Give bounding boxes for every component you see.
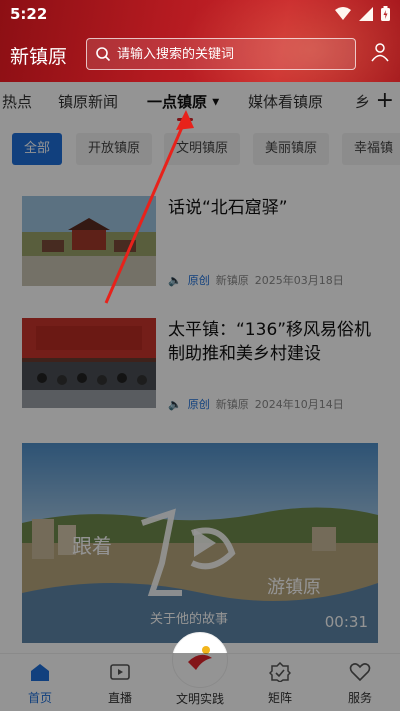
live-icon — [110, 664, 130, 680]
article-thumbnail — [22, 196, 156, 286]
add-channel-button[interactable]: + — [371, 88, 394, 113]
article-title: 话说“北石窟驿” — [168, 198, 288, 218]
caret-down-icon: ▼ — [212, 97, 220, 108]
tab-zhenyuan-news[interactable]: 镇原新闻 — [58, 91, 118, 112]
bottom-nav-label: 服务 — [347, 691, 372, 705]
matrix-icon — [268, 661, 292, 683]
search-icon — [96, 47, 111, 62]
chip-happy[interactable]: 幸福镇 — [342, 133, 400, 165]
bottom-nav-label: 矩阵 — [267, 691, 292, 705]
article-card[interactable]: 话说“北石窟驿” 🔈 原创 新镇原 2025年03月18日 — [22, 196, 378, 288]
bottom-nav-matrix[interactable]: 矩阵 — [250, 661, 310, 706]
user-icon — [371, 43, 389, 62]
speaker-icon: 🔈 — [168, 273, 182, 287]
status-time: 5:22 — [10, 5, 48, 23]
battery-icon — [381, 6, 390, 21]
article-date: 2024年10月14日 — [254, 398, 344, 411]
heart-icon — [349, 663, 371, 682]
video-overlay-left: 跟着 — [72, 534, 112, 558]
article-source: 原创 — [187, 274, 210, 287]
article-source: 原创 — [187, 398, 210, 411]
speaker-icon: 🔈 — [168, 397, 182, 411]
home-icon — [31, 664, 49, 681]
tab-label: 一点镇原 — [147, 93, 208, 111]
article-outlet: 新镇原 — [215, 398, 249, 411]
article-thumbnail — [22, 318, 156, 408]
article-meta: 🔈 原创 新镇原 2024年10月14日 — [168, 396, 344, 412]
article-card[interactable]: 太平镇：“136”移风易俗机制助推和美乡村建设 🔈 原创 新镇原 2024年10… — [22, 318, 378, 412]
chip-beautiful[interactable]: 美丽镇原 — [253, 133, 330, 165]
profile-button[interactable] — [370, 42, 390, 66]
signal-icon — [359, 6, 373, 21]
chip-open[interactable]: 开放镇原 — [76, 133, 153, 165]
civilization-center-button[interactable] — [172, 632, 228, 688]
bottom-nav-civilization[interactable]: 文明实践 — [170, 690, 230, 707]
bottom-nav: 首页 直播 文明实践 矩阵 服务 — [0, 632, 400, 711]
search-input[interactable] — [117, 46, 337, 62]
tab-yidian-zhenyuan[interactable]: 一点镇原 ▼ — [147, 91, 219, 112]
app-header: 5:22 新镇原 — [0, 0, 400, 82]
bottom-nav-home[interactable]: 首页 — [10, 662, 70, 706]
tab-xiang[interactable]: 乡 — [355, 91, 370, 112]
bottom-nav-service[interactable]: 服务 — [330, 662, 390, 706]
tab-hot[interactable]: 热点 — [2, 91, 32, 112]
status-icons — [335, 6, 390, 21]
app-logo: 新镇原 — [10, 46, 68, 68]
bottom-nav-label: 直播 — [107, 691, 132, 705]
chip-civilized[interactable]: 文明镇原 — [164, 133, 241, 165]
civilization-icon — [182, 642, 218, 678]
chip-all[interactable]: 全部 — [12, 133, 63, 165]
video-overlay-subtitle: 关于他的故事 — [150, 611, 228, 627]
active-tab-indicator — [177, 118, 193, 121]
article-meta: 🔈 原创 新镇原 2025年03月18日 — [168, 272, 344, 288]
wifi-icon — [335, 6, 351, 20]
tab-media-zhenyuan[interactable]: 媒体看镇原 — [248, 91, 323, 112]
category-chips: 全部 开放镇原 文明镇原 美丽镇原 幸福镇 — [0, 133, 400, 169]
video-duration: 00:31 — [324, 613, 368, 631]
article-date: 2025年03月18日 — [254, 274, 344, 287]
channel-tabs: 热点 镇原新闻 一点镇原 ▼ 媒体看镇原 乡 + — [0, 82, 400, 122]
bottom-nav-live[interactable]: 直播 — [90, 662, 150, 706]
article-outlet: 新镇原 — [215, 274, 249, 287]
bottom-nav-label: 首页 — [27, 691, 52, 705]
video-overlay-right: 游镇原 — [267, 577, 321, 598]
bottom-nav-label: 文明实践 — [175, 692, 224, 706]
search-box[interactable] — [86, 38, 356, 70]
article-title: 太平镇：“136”移风易俗机制助推和美乡村建设 — [168, 320, 372, 364]
video-card[interactable]: 跟着 游镇原 关于他的故事 00:31 — [22, 443, 378, 643]
status-bar: 5:22 — [0, 0, 400, 28]
